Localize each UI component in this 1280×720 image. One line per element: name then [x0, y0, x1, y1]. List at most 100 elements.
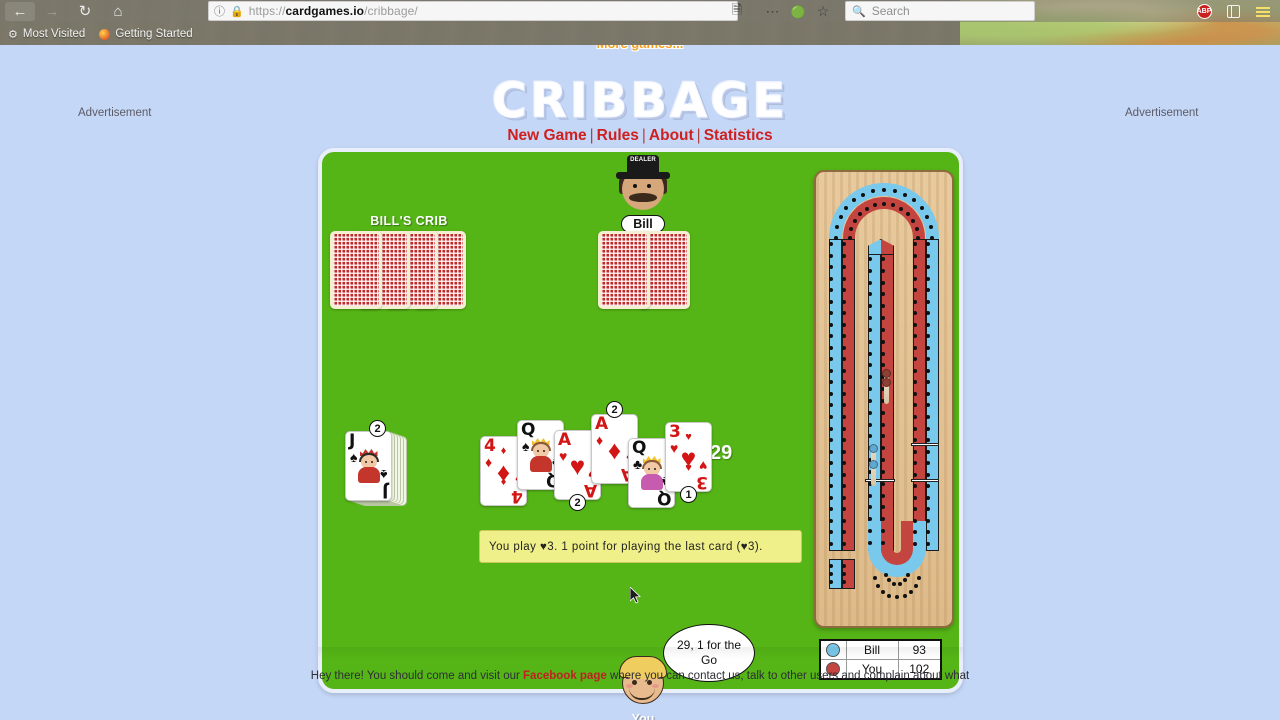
peg-hole: [880, 280, 885, 285]
sidebar-toggle-icon[interactable]: [1222, 2, 1244, 21]
search-bar[interactable]: 🔍 Search: [845, 1, 1035, 21]
holes-red-left: [838, 242, 850, 546]
card-points-badge: 1: [680, 486, 697, 503]
peg-hole: [828, 564, 833, 568]
nav-rules[interactable]: Rules: [597, 127, 639, 144]
peg-bill-back: [869, 460, 878, 469]
peg-hole: [925, 426, 930, 431]
peg-hole: [867, 292, 872, 297]
peg-hole: [880, 316, 885, 321]
peg-hole-arc-red: [848, 236, 852, 240]
peg-hole: [828, 265, 833, 270]
bookmark-getting-started[interactable]: Getting Started: [99, 28, 193, 40]
peg-hole-arc-blue: [892, 189, 897, 194]
peg-hole: [867, 387, 872, 392]
peg-hole: [912, 311, 917, 316]
peg-hole: [828, 414, 833, 419]
peg-hole: [912, 276, 917, 281]
peg-hole: [925, 357, 930, 362]
message-box: You play ♥3. 1 point for playing the las…: [479, 530, 802, 563]
browser-chrome: ← → ↻ ⌂ ⓘ 🔒 https://cardgames.io/cribbag…: [0, 0, 1280, 45]
card-pip: ♥: [685, 462, 692, 474]
peg-hole-arc-red-bottom: [897, 581, 902, 586]
bookmark-most-visited[interactable]: ⚙ Most Visited: [8, 28, 85, 41]
player-top-card[interactable]: J ♠ J ♠: [345, 431, 392, 501]
card-rank-top: Q: [521, 420, 536, 440]
peg-hole: [841, 541, 846, 546]
peg-hole: [841, 484, 846, 489]
peg-hole: [828, 461, 833, 466]
peg-hole: [841, 334, 846, 339]
eye-right: [647, 184, 651, 188]
peg-hole-arc-red: [899, 206, 903, 211]
peg-hole-arc-blue-bottom: [873, 576, 878, 581]
board-section-marker: [911, 443, 939, 446]
peg-hole: [925, 391, 930, 396]
peg-hole: [912, 426, 917, 431]
peg-hole: [912, 472, 917, 477]
peg-hole: [867, 268, 872, 273]
reader-mode-icon[interactable]: 🗎: [726, 2, 748, 21]
info-circle-icon[interactable]: ⓘ: [214, 3, 225, 19]
peg-bill-back-stem: [871, 466, 876, 486]
peg-hole: [841, 391, 846, 396]
board-inner: [823, 179, 945, 619]
padlock-secure-icon[interactable]: 🔒: [230, 5, 244, 18]
peg-hole: [912, 484, 917, 489]
peg-hole-arc-red-bottom: [905, 573, 910, 578]
peg-hole-arc-blue-bottom: [902, 593, 907, 598]
board-section-marker: [865, 479, 895, 482]
peg-hole: [867, 375, 872, 380]
peg-hole: [828, 438, 833, 443]
nav-about[interactable]: About: [649, 127, 694, 144]
peg-hole: [880, 469, 885, 474]
peg-hole: [912, 541, 917, 546]
peg-hole-arc-blue: [834, 236, 838, 240]
playing-card: 3 ♥ 3 ♥ ♥ ♥ ♥: [665, 422, 712, 492]
card-rank-top: Q: [632, 438, 647, 458]
table-shadow: [318, 647, 963, 659]
nav-new-game[interactable]: New Game: [507, 127, 586, 144]
hamburger-menu-icon[interactable]: [1252, 2, 1274, 21]
more-games-banner[interactable]: More games...: [0, 45, 1280, 51]
peg-hole: [912, 495, 917, 500]
pocket-save-icon[interactable]: 🟢: [787, 2, 809, 21]
peg-hole: [841, 403, 846, 408]
peg-hole: [912, 322, 917, 327]
player-hand-stack[interactable]: J ♠ J ♠ 2: [345, 417, 435, 517]
facebook-link[interactable]: Facebook page: [523, 670, 607, 682]
peg-hole: [841, 253, 846, 258]
card-points-badge: 2: [569, 494, 586, 511]
nav-statistics[interactable]: Statistics: [704, 127, 773, 144]
magnifier-icon: 🔍: [852, 5, 866, 18]
peg-hole-arc-blue: [919, 206, 924, 211]
page-content: More games... Advertisement Advertisemen…: [0, 45, 1280, 720]
opponent-avatar: DEALER: [614, 154, 672, 212]
peg-hole: [880, 410, 885, 415]
reload-icon[interactable]: ↻: [70, 2, 100, 21]
peg-hole: [828, 472, 833, 477]
back-arrow-icon[interactable]: ←: [5, 2, 35, 21]
crib-card-back: [330, 231, 382, 309]
peg-hole: [912, 391, 917, 396]
peg-hole: [841, 345, 846, 350]
crib-cards[interactable]: [330, 231, 470, 313]
peg-hole: [880, 351, 885, 356]
peg-hole: [841, 580, 846, 584]
peg-hole-arc-red-bottom: [892, 581, 897, 586]
bookmark-star-icon[interactable]: ☆: [812, 2, 834, 21]
opponent-card-back: [598, 231, 650, 309]
peg-hole: [841, 299, 846, 304]
forward-arrow-icon[interactable]: →: [37, 2, 67, 21]
peg-hole-arc-blue: [861, 192, 866, 197]
nav-separator: |: [641, 127, 646, 144]
home-icon[interactable]: ⌂: [103, 2, 133, 21]
peg-hole: [841, 438, 846, 443]
peg-hole: [841, 495, 846, 500]
card-rank-top: A: [595, 414, 609, 434]
peg-hole-arc-blue-bottom: [887, 593, 892, 598]
adblock-plus-icon[interactable]: ABP: [1193, 2, 1215, 21]
page-actions-ellipsis-icon[interactable]: ⋯: [762, 2, 784, 21]
url-bar[interactable]: ⓘ 🔒 https://cardgames.io/cribbage/: [208, 1, 738, 21]
peg-hole: [867, 304, 872, 309]
